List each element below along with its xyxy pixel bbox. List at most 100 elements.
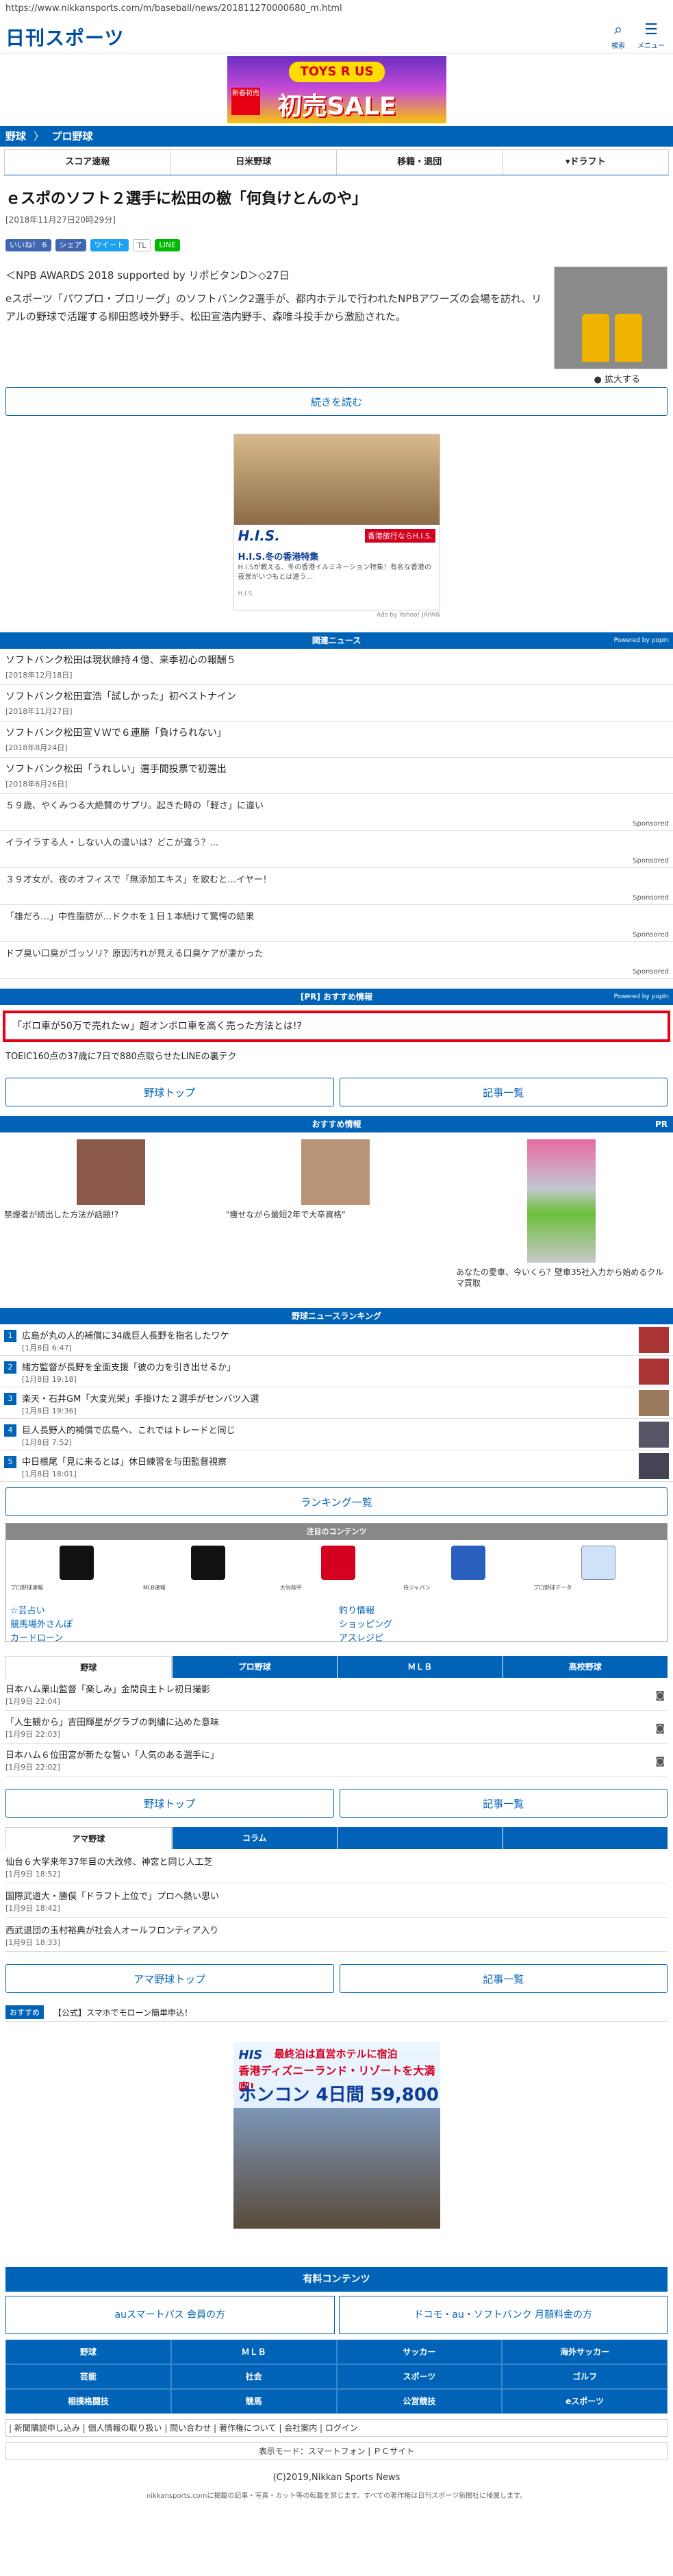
- tweet-button[interactable]: ツイート: [90, 239, 129, 251]
- baseball-top-button[interactable]: 野球トップ: [5, 1789, 334, 1818]
- article-list-button[interactable]: 記事一覧: [339, 1964, 668, 1993]
- tab-list-item[interactable]: 「人生観から」吉田輝星がグラブの刺繍に込めた意味 [1月9日 22:03] ◙: [5, 1711, 668, 1744]
- pr-label: PR: [655, 1119, 668, 1129]
- sponsored-item[interactable]: イライラする人・しない人の違いは？どこが違う？... Sponsored: [0, 831, 673, 868]
- ranking-list-button[interactable]: ランキング一覧: [5, 1487, 668, 1516]
- sponsored-item[interactable]: 「雄だろ…」中性脂肪が…ドクホを１日１本続けて驚愕の結果 Sponsored: [0, 905, 673, 942]
- recommend-grid: 禁煙者が続出した方法が話題!? "痩せながら最短2年で大卒資格" あなたの愛車、…: [0, 1132, 673, 1304]
- toysrus-banner-ad[interactable]: 新春初売 TOYS R US 初売SALE: [227, 56, 446, 123]
- ranking-item[interactable]: 3 楽天・石井GM「大変光栄」手掛けた２選手がセンバツ入選 [1月8日 19:36]: [0, 1387, 673, 1419]
- facebook-share-button[interactable]: シェア: [55, 239, 86, 251]
- article-list-button[interactable]: 記事一覧: [339, 1789, 668, 1818]
- amateur-top-button[interactable]: アマ野球トップ: [5, 1964, 334, 1993]
- sponsored-item[interactable]: ３９才女が、夜のオフィスで「無添加エキス」を飲むと…イヤー！ Sponsored: [0, 868, 673, 905]
- footer-nav-item[interactable]: 海外サッカー: [502, 2340, 668, 2364]
- search-button[interactable]: ⌕ 検索: [605, 22, 632, 51]
- tab-high-school[interactable]: 高校野球: [502, 1656, 668, 1678]
- carrier-billing-button[interactable]: ドコモ・au・ソフトバンク 月額料金の方: [338, 2296, 668, 2334]
- osusume-line[interactable]: おすすめ 【公式】スマホでモローン簡単申込！: [5, 2001, 668, 2022]
- footer-nav-item[interactable]: 芸能: [5, 2364, 171, 2389]
- footer-nav-item[interactable]: 野球: [5, 2340, 171, 2364]
- article-list-button[interactable]: 記事一覧: [339, 1078, 668, 1106]
- list-item[interactable]: ソフトバンク松田宣ＶＷで６連勝「負けられない」 [2018年8月24日]: [0, 721, 673, 758]
- footer-nav-item[interactable]: 競馬: [170, 2389, 337, 2414]
- ranking-item[interactable]: 5 中日根尾「見に来るとは」休日練習を与田監督視察 [1月8日 18:01]: [0, 1450, 673, 1482]
- data-icon[interactable]: [581, 1546, 615, 1580]
- tab-list-item[interactable]: 仙台６大学来年37年目の大改修、神宮と同じ人工芝 [1月9日 18:52]: [5, 1849, 668, 1883]
- facebook-like-button[interactable]: いいね！ 6: [5, 239, 51, 251]
- content-link[interactable]: カードローン: [10, 1632, 73, 1646]
- tab-mlb[interactable]: ＭＬＢ: [337, 1656, 503, 1678]
- footer-nav-item[interactable]: ＭＬＢ: [170, 2340, 337, 2364]
- tab-list-item[interactable]: 日本ハム６位田宮が新たな誓い「人気のある選手に」 [1月9日 22:02] ◙: [5, 1744, 668, 1776]
- tab-list-item[interactable]: 西武退団の玉村裕典が社会人オールフロンティア入り [1月9日 18:33]: [5, 1918, 668, 1952]
- subnav-score[interactable]: スコア速報: [4, 149, 171, 175]
- his-hongkong-banner[interactable]: HIS 最終泊は直営ホテルに宿泊 香港ディズニーランド・リゾートを大満喫! ホン…: [233, 2042, 440, 2229]
- recommend-item[interactable]: あなたの愛車、今いくら？壁車35社入力から始めるクルマ買取: [456, 1267, 668, 1289]
- recommend-thumb[interactable]: [77, 1139, 145, 1205]
- timeline-button[interactable]: TL: [132, 239, 151, 251]
- site-header: 日刊スポーツ ⌕ 検索 ☰ メニュー: [0, 18, 673, 53]
- photo-figure: [615, 314, 642, 362]
- footer-nav-item[interactable]: ゴルフ: [502, 2364, 668, 2389]
- content-link[interactable]: 釣り情報: [339, 1605, 392, 1618]
- content-link[interactable]: ショッピング: [339, 1618, 392, 1632]
- article-photo[interactable]: [554, 267, 668, 369]
- breadcrumb-item-pro-baseball[interactable]: プロ野球: [52, 130, 93, 143]
- footer-nav-item[interactable]: 相撲格闘技: [5, 2389, 171, 2414]
- footer-nav-item[interactable]: 公営競技: [336, 2389, 503, 2414]
- site-logo[interactable]: 日刊スポーツ: [5, 23, 124, 51]
- sponsored-item[interactable]: ５９歳、やくみつる大絶賛のサプリ。起きた時の「軽さ」に違い Sponsored: [0, 794, 673, 831]
- content-link[interactable]: 競馬場外さんぽ: [10, 1618, 73, 1632]
- pr-highlight-item[interactable]: 「ボロ車が50万で売れたｗ」超オンボロ車を高く売った方法とは!?: [3, 1011, 670, 1042]
- content-link[interactable]: ☆芸占い: [10, 1605, 73, 1618]
- content-link[interactable]: アスレジピ: [339, 1632, 392, 1646]
- banner-sale-text: 初売SALE: [277, 92, 396, 121]
- recommend-item[interactable]: 禁煙者が続出した方法が話題!?: [4, 1209, 118, 1220]
- tab-column[interactable]: コラム: [171, 1827, 337, 1849]
- display-mode-switch[interactable]: 表示モード：スマートフォン | ＰＣサイト: [5, 2442, 668, 2460]
- line-share-button[interactable]: LINE: [155, 239, 180, 251]
- menu-button[interactable]: ☰ メニュー: [636, 21, 666, 51]
- hamburger-icon: ☰: [644, 21, 658, 38]
- ohtani-icon[interactable]: [321, 1546, 355, 1580]
- subnav-japan-us[interactable]: 日米野球: [170, 149, 337, 175]
- tab-list-item[interactable]: 日本ハム栗山監督「楽しみ」金間良主トレ初日撮影 [1月9日 22:04] ◙: [5, 1678, 668, 1711]
- samurai-japan-icon[interactable]: [451, 1546, 485, 1580]
- sponsored-item[interactable]: ドブ臭い口臭がゴッソリ？原因汚れが見える口臭ケアが凄かった Sponsored: [0, 942, 673, 979]
- au-smartpass-button[interactable]: auスマートパス 会員の方: [5, 2296, 335, 2334]
- pr-item[interactable]: TOEIC160点の37歳に7日で880点取らせたLINEの裏テク: [0, 1042, 673, 1065]
- amateur-nav-buttons: アマ野球トップ 記事一覧: [5, 1964, 668, 1993]
- ranking-item[interactable]: 4 巨人長野人的補償で広島へ、これではトレードと同じ [1月8日 7:52]: [0, 1419, 673, 1450]
- ranking-thumb: [639, 1390, 669, 1416]
- article-paragraph: eスポーツ「パワプロ・プロリーグ」のソフトバンク2選手が、都内ホテルで行われたN…: [5, 293, 542, 323]
- tab-list-item[interactable]: 国際武道大・勝俣「ドラフト上位で」プロへ熱い思い [1月9日 18:42]: [5, 1883, 668, 1918]
- footer-nav-item[interactable]: 社会: [170, 2364, 337, 2389]
- ranking-item[interactable]: 2 緒方監督が長野を全面支援「彼の力を引き出せるか」 [1月8日 19:18]: [0, 1356, 673, 1387]
- footer-nav-item[interactable]: サッカー: [336, 2340, 503, 2364]
- list-item[interactable]: ソフトバンク松田「うれしい」選手間投票で初選出 [2018年6月26日]: [0, 758, 673, 794]
- his-hongkong-ad[interactable]: H.I.S. 香港旅行ならH.I.S. H.I.S.冬の香港特集 H.I.Sが教…: [233, 434, 440, 610]
- tab-amateur[interactable]: アマ野球: [5, 1827, 172, 1849]
- tab-pro-baseball[interactable]: プロ野球: [171, 1656, 337, 1678]
- recommend-thumb[interactable]: [301, 1139, 370, 1205]
- footer-nav-item[interactable]: eスポーツ: [502, 2389, 668, 2414]
- read-more-button[interactable]: 続きを読む: [5, 387, 668, 416]
- list-item[interactable]: ソフトバンク松田宣浩「試しかった」初ベストナイン [2018年11月27日]: [0, 685, 673, 721]
- baseball-top-button[interactable]: 野球トップ: [5, 1078, 334, 1106]
- ranking-item[interactable]: 1 広島が丸の人的補償に34歳巨人長野を指名したワケ [1月8日 6:47]: [0, 1324, 673, 1356]
- footer-nav-item[interactable]: スポーツ: [336, 2364, 503, 2389]
- live-score-npb-icon[interactable]: [60, 1546, 94, 1580]
- tab-baseball[interactable]: 野球: [5, 1656, 172, 1678]
- live-score-mlb-icon[interactable]: [191, 1546, 225, 1580]
- footer-links[interactable]: | 新聞購読申し込み | 個人情報の取り扱い | 問い合わせ | 著作権について…: [5, 2419, 668, 2437]
- breadcrumb-item-baseball[interactable]: 野球: [5, 130, 26, 143]
- subnav-draft[interactable]: ▾ドラフト: [503, 149, 669, 175]
- list-item[interactable]: ソフトバンク松田は現状維持４億、来季初心の報酬５ [2018年12月18日]: [0, 649, 673, 685]
- his-brand: HIS: [238, 2048, 263, 2062]
- recommend-item[interactable]: "痩せながら最短2年で大卒資格": [226, 1209, 346, 1220]
- subnav-transfer[interactable]: 移籍・退団: [337, 149, 503, 175]
- ad-title: H.I.S.冬の香港特集: [238, 552, 319, 562]
- enlarge-link[interactable]: ● 拡大する: [594, 372, 641, 385]
- recommend-thumb[interactable]: [527, 1139, 596, 1263]
